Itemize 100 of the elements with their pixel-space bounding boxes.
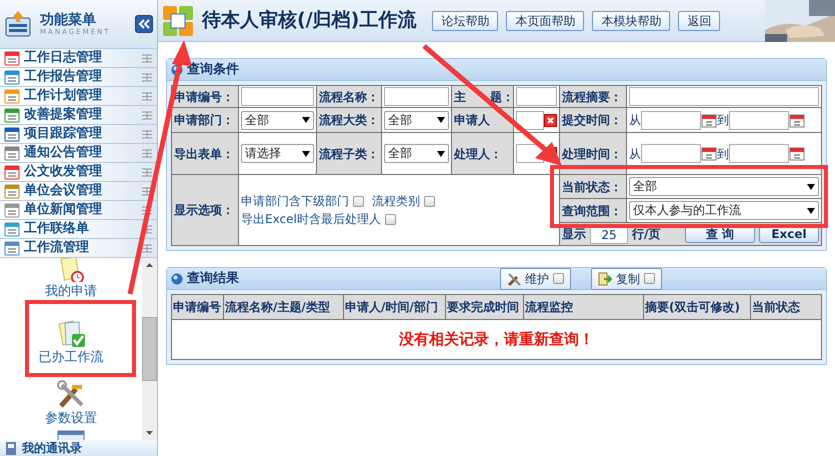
field-label: 显示选项： <box>172 174 238 246</box>
to-label: 到 <box>717 112 729 129</box>
empty-message: 没有相关记录，请重新查询！ <box>172 320 822 360</box>
field-label: 流程摘要： <box>560 86 626 108</box>
document-check-icon <box>56 318 86 348</box>
column-header: 要求完成时间 <box>446 294 524 320</box>
to-label: 到 <box>717 146 729 162</box>
submenu-item[interactable]: 我的申请 <box>45 258 97 302</box>
header-button[interactable]: 返回 <box>678 10 720 30</box>
expand-icon <box>141 168 153 176</box>
dropdown[interactable]: 全部 <box>241 110 314 130</box>
expand-icon <box>141 92 153 100</box>
checkbox[interactable] <box>384 214 396 226</box>
calendar-icon <box>789 146 805 161</box>
document-icon <box>4 50 20 66</box>
menu-item[interactable]: 工作流管理 <box>0 239 157 258</box>
input-field[interactable] <box>384 87 449 106</box>
sidebar-title: 功能菜单 <box>40 12 97 28</box>
expand-icon <box>141 206 153 214</box>
home-icon <box>4 10 32 38</box>
option-label: 申请部门含下级部门 <box>241 194 349 208</box>
column-header: 申请编号 <box>172 294 224 320</box>
caret-icon <box>437 117 445 123</box>
menu-item[interactable]: 公文收发管理 <box>0 163 157 182</box>
bullet-icon <box>171 272 183 284</box>
dropdown[interactable]: 请选择 <box>241 144 314 163</box>
input-field[interactable] <box>241 87 314 106</box>
input-field[interactable] <box>516 110 544 130</box>
menu-item[interactable]: 工作联络单 <box>0 220 157 239</box>
scrollbar[interactable] <box>142 258 157 440</box>
menu-item[interactable]: 单位新闻管理 <box>0 201 157 220</box>
document-icon <box>4 221 20 237</box>
tools-icon <box>56 379 86 409</box>
input-field[interactable] <box>516 87 557 106</box>
expand-icon <box>141 72 153 82</box>
menu-item[interactable]: 单位会议管理 <box>0 182 157 201</box>
copy-icon <box>598 272 612 286</box>
book-icon <box>4 441 18 455</box>
submenu-item[interactable]: 参数设置 <box>45 379 97 428</box>
column-header: 摘要(双击可修改) <box>644 294 750 320</box>
header-button[interactable]: 本模块帮助 <box>592 10 670 30</box>
expand-icon <box>141 148 153 158</box>
checkbox[interactable] <box>353 196 364 208</box>
menu-item[interactable]: 工作日志管理 <box>0 49 157 68</box>
field-label: 提交时间： <box>560 108 626 132</box>
header-button[interactable]: 本页面帮助 <box>506 10 584 30</box>
tools-icon <box>507 272 521 286</box>
calendar-icon <box>701 146 717 161</box>
panel-title: 查询结果 <box>187 270 239 288</box>
clear-icon <box>544 114 557 126</box>
document-icon <box>4 164 20 180</box>
from-label: 从 <box>629 112 641 129</box>
field-label: 查询范围： <box>560 198 626 222</box>
dropdown[interactable]: 全部 <box>629 177 819 196</box>
caret-icon <box>302 150 310 156</box>
date-field[interactable] <box>729 144 789 163</box>
option-label: 流程类别 <box>372 194 420 208</box>
checkbox[interactable] <box>644 273 655 284</box>
dropdown[interactable]: 全部 <box>384 110 449 130</box>
document-icon <box>4 107 20 123</box>
paging-label: 行/页 <box>632 226 660 243</box>
menu-item[interactable]: 工作计划管理 <box>0 87 157 106</box>
menu-item[interactable]: 通知公告管理 <box>0 144 157 163</box>
field-label: 流程大类： <box>316 108 382 132</box>
expand-icon <box>141 244 153 252</box>
from-label: 从 <box>629 146 641 162</box>
dropdown[interactable]: 仅本人参与的工作流 <box>629 201 819 220</box>
date-field[interactable] <box>641 144 701 163</box>
field-label: 流程名称： <box>316 86 382 108</box>
checkbox[interactable] <box>424 196 435 208</box>
menu-item[interactable]: 项目跟踪管理 <box>0 125 157 144</box>
menu-item[interactable]: 改善提案管理 <box>0 106 157 125</box>
expand-icon <box>141 110 153 120</box>
field-label: 申请部门： <box>172 108 238 132</box>
input-field[interactable] <box>629 87 819 106</box>
date-field[interactable] <box>729 110 789 130</box>
calendar-icon <box>701 112 717 128</box>
caret-icon <box>302 117 310 123</box>
page-title: 待本人审核(/归档)工作流 <box>202 8 416 34</box>
column-header: 流程名称/主题/类型 <box>224 294 344 320</box>
toolbar-button[interactable]: 复制 <box>591 268 662 290</box>
column-header: 流程监控 <box>524 294 644 320</box>
submenu-item[interactable]: 已办工作流 <box>38 318 104 367</box>
field-label: 处理人： <box>452 132 514 174</box>
dropdown[interactable]: 全部 <box>384 144 449 163</box>
header-button[interactable]: 论坛帮助 <box>432 10 498 30</box>
toolbar-button[interactable]: 维护 <box>500 268 571 290</box>
document-icon <box>4 126 20 142</box>
option-label: 导出Excel时含最后处理人 <box>241 212 381 226</box>
field-label: 当前状态： <box>560 174 626 198</box>
date-field[interactable] <box>641 110 701 130</box>
column-header: 申请人/时间/部门 <box>344 294 446 320</box>
checkbox[interactable] <box>553 273 564 284</box>
collapse-button[interactable] <box>135 15 153 33</box>
field-label: 导出表单： <box>172 132 238 174</box>
paging-label: 显示 <box>562 226 586 243</box>
document-icon <box>4 240 20 256</box>
column-header: 当前状态 <box>750 294 822 320</box>
document-icon <box>4 202 20 218</box>
menu-item[interactable]: 工作报告管理 <box>0 68 157 87</box>
